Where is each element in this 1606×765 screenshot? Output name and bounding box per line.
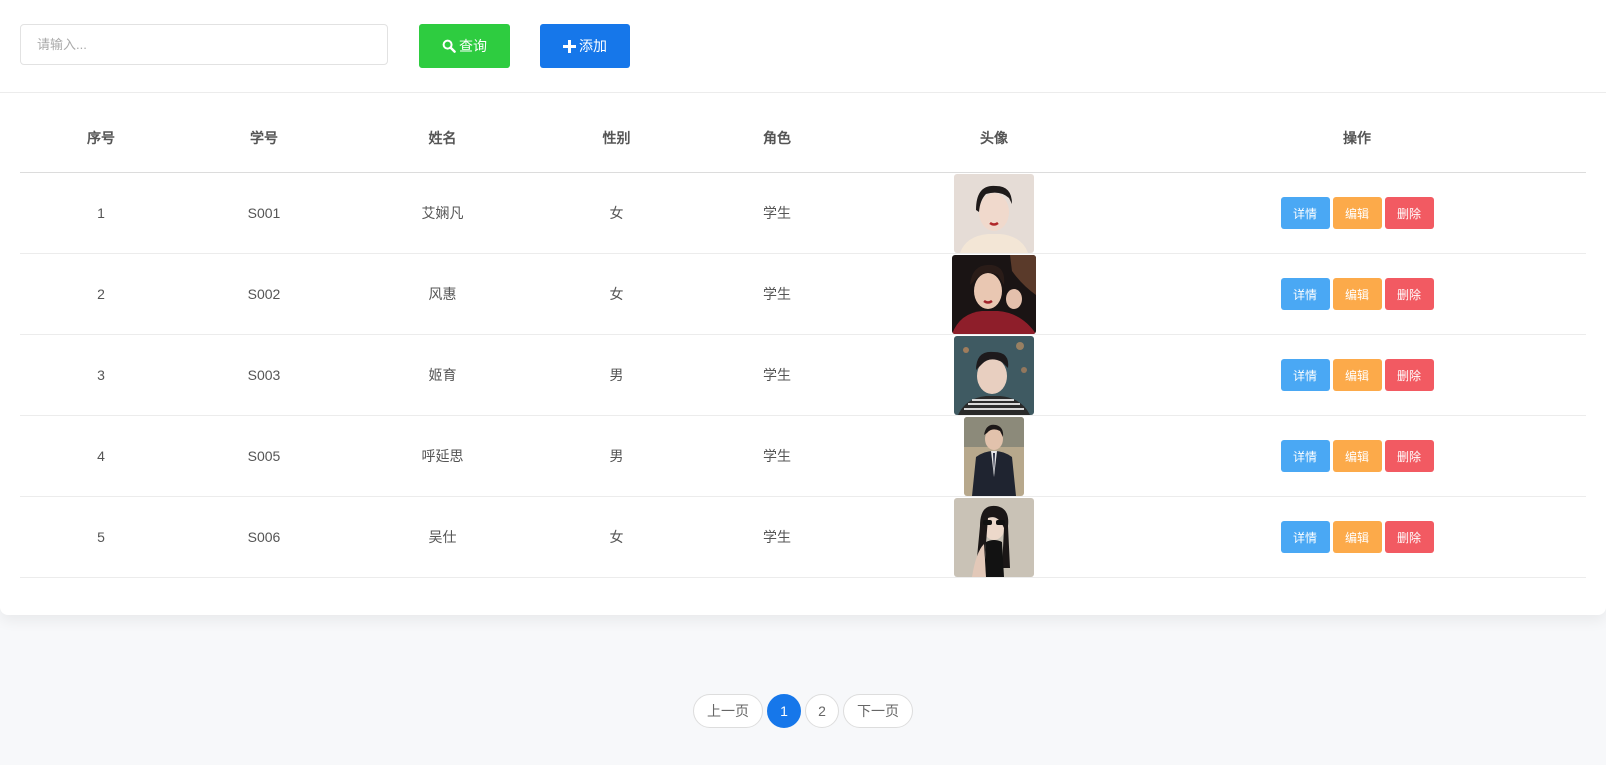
cell-actions: 详情 编辑 删除	[1128, 415, 1586, 497]
detail-button[interactable]: 详情	[1280, 197, 1330, 229]
edit-button[interactable]: 编辑	[1332, 197, 1382, 229]
cell-gender: 女	[539, 172, 694, 254]
cell-avatar	[860, 253, 1128, 335]
main-card: 查询 添加 序号 学号 姓名 性别 角色	[0, 0, 1606, 615]
edit-button[interactable]: 编辑	[1332, 521, 1382, 553]
query-button[interactable]: 查询	[419, 24, 510, 68]
prev-page-button[interactable]: 上一页	[693, 694, 763, 728]
delete-button[interactable]: 删除	[1384, 521, 1434, 553]
avatar	[952, 254, 1036, 334]
edit-button[interactable]: 编辑	[1332, 278, 1382, 310]
detail-button[interactable]: 详情	[1280, 278, 1330, 310]
cell-role: 学生	[694, 496, 860, 578]
delete-button[interactable]: 删除	[1384, 278, 1434, 310]
avatar	[954, 497, 1034, 577]
pagination: 上一页 1 2 下一页	[0, 694, 1606, 728]
cell-actions: 详情 编辑 删除	[1128, 172, 1586, 254]
cell-gender: 男	[539, 415, 694, 497]
detail-button[interactable]: 详情	[1280, 440, 1330, 472]
cell-index: 2	[20, 253, 182, 335]
cell-avatar	[860, 172, 1128, 254]
cell-actions: 详情 编辑 删除	[1128, 253, 1586, 335]
cell-gender: 男	[539, 334, 694, 416]
edit-button[interactable]: 编辑	[1332, 359, 1382, 391]
page-button-2[interactable]: 2	[805, 694, 839, 728]
cell-name: 呼延思	[346, 415, 539, 497]
table-row: 2 S002 风惠 女 学生 详情 编辑 删除	[20, 253, 1586, 335]
avatar	[954, 173, 1034, 253]
row-actions: 详情 编辑 删除	[1280, 359, 1434, 391]
avatar	[954, 335, 1034, 415]
cell-role: 学生	[694, 172, 860, 254]
cell-index: 5	[20, 496, 182, 578]
column-header-avatar: 头像	[860, 103, 1128, 173]
cell-avatar	[860, 496, 1128, 578]
delete-button[interactable]: 删除	[1384, 440, 1434, 472]
search-input[interactable]	[20, 24, 388, 65]
cell-student-id: S003	[182, 334, 346, 416]
column-header-role: 角色	[694, 103, 860, 173]
row-actions: 详情 编辑 删除	[1280, 197, 1434, 229]
toolbar: 查询 添加	[0, 0, 1606, 93]
query-button-label: 查询	[459, 38, 487, 54]
delete-button[interactable]: 删除	[1384, 359, 1434, 391]
cell-student-id: S005	[182, 415, 346, 497]
avatar	[964, 416, 1024, 496]
add-button-label: 添加	[579, 38, 607, 54]
cell-role: 学生	[694, 334, 860, 416]
row-actions: 详情 编辑 删除	[1280, 278, 1434, 310]
column-header-actions: 操作	[1128, 103, 1586, 173]
cell-name: 姬育	[346, 334, 539, 416]
column-header-gender: 性别	[539, 103, 694, 173]
cell-role: 学生	[694, 415, 860, 497]
edit-button[interactable]: 编辑	[1332, 440, 1382, 472]
cell-gender: 女	[539, 496, 694, 578]
table-row: 5 S006 吴仕 女 学生 详情 编辑 删除	[20, 496, 1586, 578]
plus-icon	[563, 39, 576, 53]
cell-index: 4	[20, 415, 182, 497]
cell-role: 学生	[694, 253, 860, 335]
row-actions: 详情 编辑 删除	[1280, 440, 1434, 472]
cell-actions: 详情 编辑 删除	[1128, 496, 1586, 578]
cell-actions: 详情 编辑 删除	[1128, 334, 1586, 416]
cell-name: 风惠	[346, 253, 539, 335]
student-table: 序号 学号 姓名 性别 角色 头像 操作 1 S001 艾娴凡 女 学生 详情 …	[20, 103, 1586, 578]
cell-gender: 女	[539, 253, 694, 335]
table-row: 3 S003 姬育 男 学生 详情 编辑 删除	[20, 334, 1586, 416]
table-row: 4 S005 呼延思 男 学生 详情 编辑 删除	[20, 415, 1586, 497]
column-header-student-id: 学号	[182, 103, 346, 173]
search-icon	[442, 39, 456, 53]
cell-avatar	[860, 415, 1128, 497]
cell-index: 1	[20, 172, 182, 254]
next-page-button[interactable]: 下一页	[843, 694, 913, 728]
cell-name: 吴仕	[346, 496, 539, 578]
detail-button[interactable]: 详情	[1280, 359, 1330, 391]
cell-avatar	[860, 334, 1128, 416]
cell-student-id: S002	[182, 253, 346, 335]
cell-index: 3	[20, 334, 182, 416]
row-actions: 详情 编辑 删除	[1280, 521, 1434, 553]
detail-button[interactable]: 详情	[1280, 521, 1330, 553]
table-header-row: 序号 学号 姓名 性别 角色 头像 操作	[20, 103, 1586, 173]
column-header-index: 序号	[20, 103, 182, 173]
add-button[interactable]: 添加	[540, 24, 630, 68]
table-row: 1 S001 艾娴凡 女 学生 详情 编辑 删除	[20, 172, 1586, 254]
cell-student-id: S006	[182, 496, 346, 578]
column-header-name: 姓名	[346, 103, 539, 173]
delete-button[interactable]: 删除	[1384, 197, 1434, 229]
page-button-1[interactable]: 1	[767, 694, 801, 728]
cell-student-id: S001	[182, 172, 346, 254]
cell-name: 艾娴凡	[346, 172, 539, 254]
